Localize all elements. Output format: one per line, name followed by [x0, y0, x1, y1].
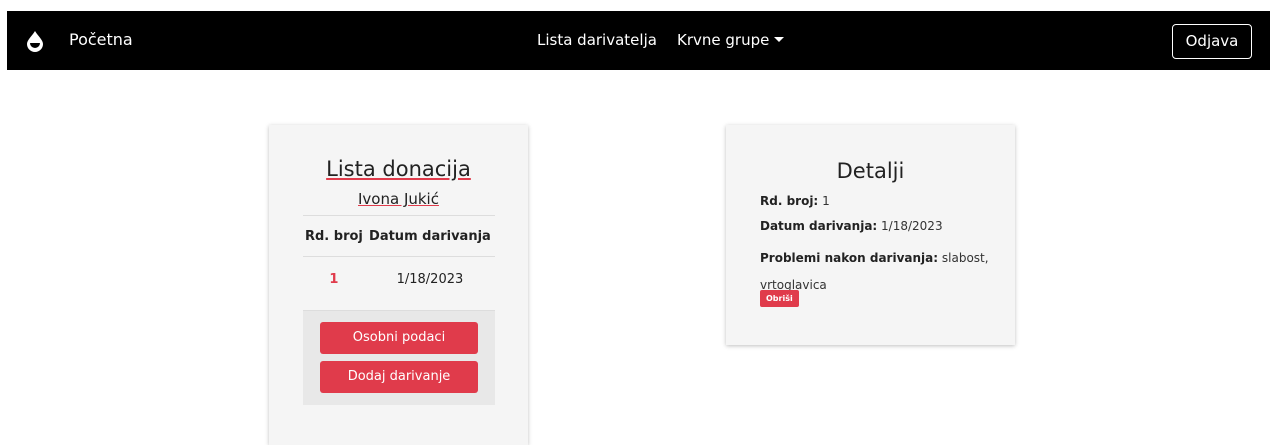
- blood-groups-label: Krvne grupe: [677, 31, 770, 49]
- caret-down-icon: [774, 37, 785, 42]
- button-panel: Osobni podaci Dodaj darivanje: [303, 310, 495, 405]
- donation-date: 1/18/2023: [396, 272, 464, 287]
- column-header: Rd. broj: [303, 215, 365, 257]
- logout-button[interactable]: Odjava: [1172, 24, 1252, 59]
- detail-date: Datum darivanja: 1/18/2023: [760, 219, 943, 233]
- row-number-link[interactable]: 1: [303, 257, 365, 303]
- details-title: Detalji: [836, 159, 905, 183]
- detail-value: 1/18/2023: [881, 219, 943, 233]
- detail-row-number: Rd. broj: 1: [760, 194, 830, 208]
- donor-name[interactable]: Ivona Jukić: [269, 190, 528, 208]
- blood-groups-dropdown[interactable]: Krvne grupe: [677, 31, 785, 49]
- donation-list-title: Lista donacija: [326, 157, 471, 181]
- detail-label: Problemi nakon darivanja:: [760, 251, 939, 265]
- donation-list-card: Lista donacija Ivona Jukić Rd. broj Datu…: [269, 125, 528, 445]
- add-donation-button[interactable]: Dodaj darivanje: [320, 361, 478, 393]
- home-link[interactable]: Početna: [69, 30, 133, 49]
- detail-label: Datum darivanja:: [760, 219, 878, 233]
- donations-table: Rd. broj Datum darivanja 1 1/18/2023: [303, 215, 495, 302]
- blood-drop-icon[interactable]: [24, 30, 46, 52]
- top-navbar: Početna Lista darivatelja Krvne grupe Od…: [7, 11, 1270, 70]
- delete-button[interactable]: Obriši: [760, 290, 799, 307]
- detail-value: 1: [822, 194, 830, 208]
- detail-label: Rd. broj:: [760, 194, 819, 208]
- donor-list-link[interactable]: Lista darivatelja: [537, 31, 657, 49]
- details-card: Detalji Rd. broj: 1 Datum darivanja: 1/1…: [726, 125, 1015, 345]
- personal-data-button[interactable]: Osobni podaci: [320, 322, 478, 354]
- column-header: Datum darivanja: [364, 215, 495, 257]
- table-row[interactable]: 1 1/18/2023: [303, 257, 495, 303]
